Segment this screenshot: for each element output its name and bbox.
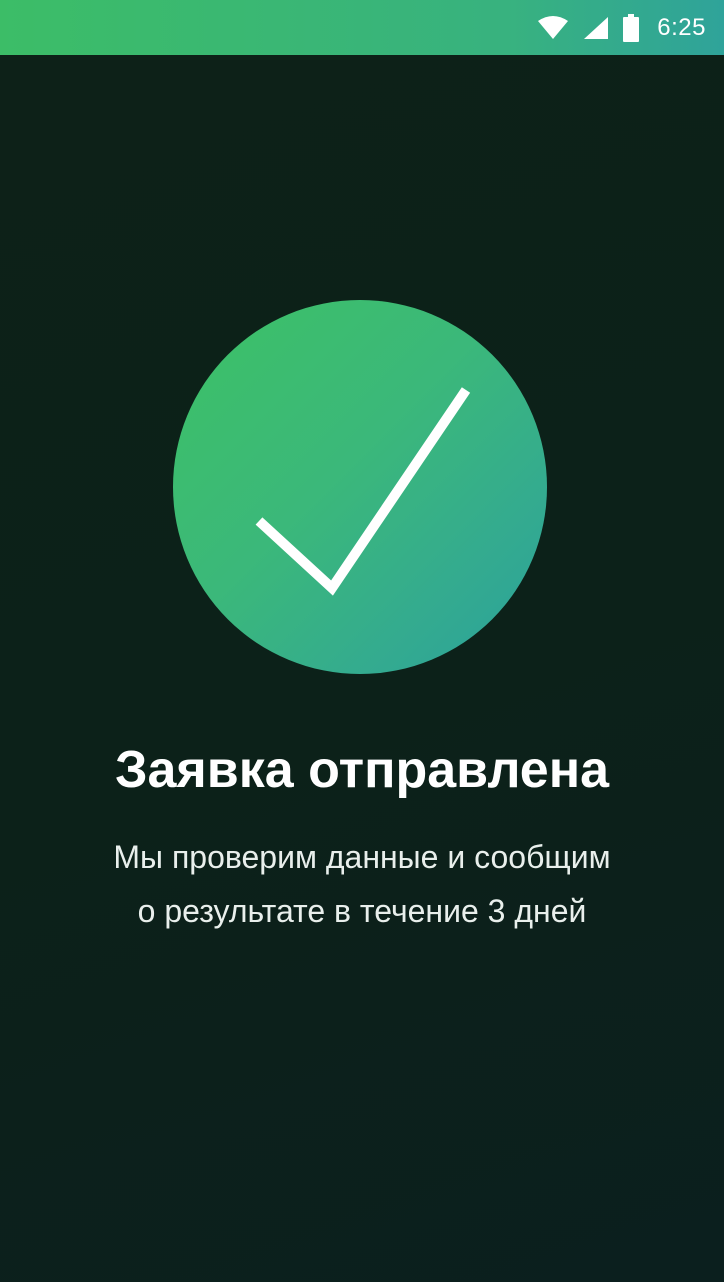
status-bar: 6:25 [0, 0, 724, 55]
confirmation-title: Заявка отправлена [114, 741, 610, 799]
status-icons: 6:25 [537, 0, 706, 55]
message-line: Мы проверим данные и сообщим [113, 839, 611, 875]
wifi-icon [537, 15, 569, 40]
success-circle [173, 300, 547, 674]
app-screen: 6:25 Заявка отправлена Мы проверим данны… [0, 0, 724, 1282]
message-line: о результате в течение 3 дней [137, 893, 587, 929]
status-time: 6:25 [657, 13, 706, 41]
battery-icon [623, 13, 640, 42]
confirmation-message: Мы проверим данные и сообщим о результат… [0, 830, 724, 938]
cellular-signal-icon [583, 16, 609, 40]
checkmark-icon [255, 387, 471, 596]
